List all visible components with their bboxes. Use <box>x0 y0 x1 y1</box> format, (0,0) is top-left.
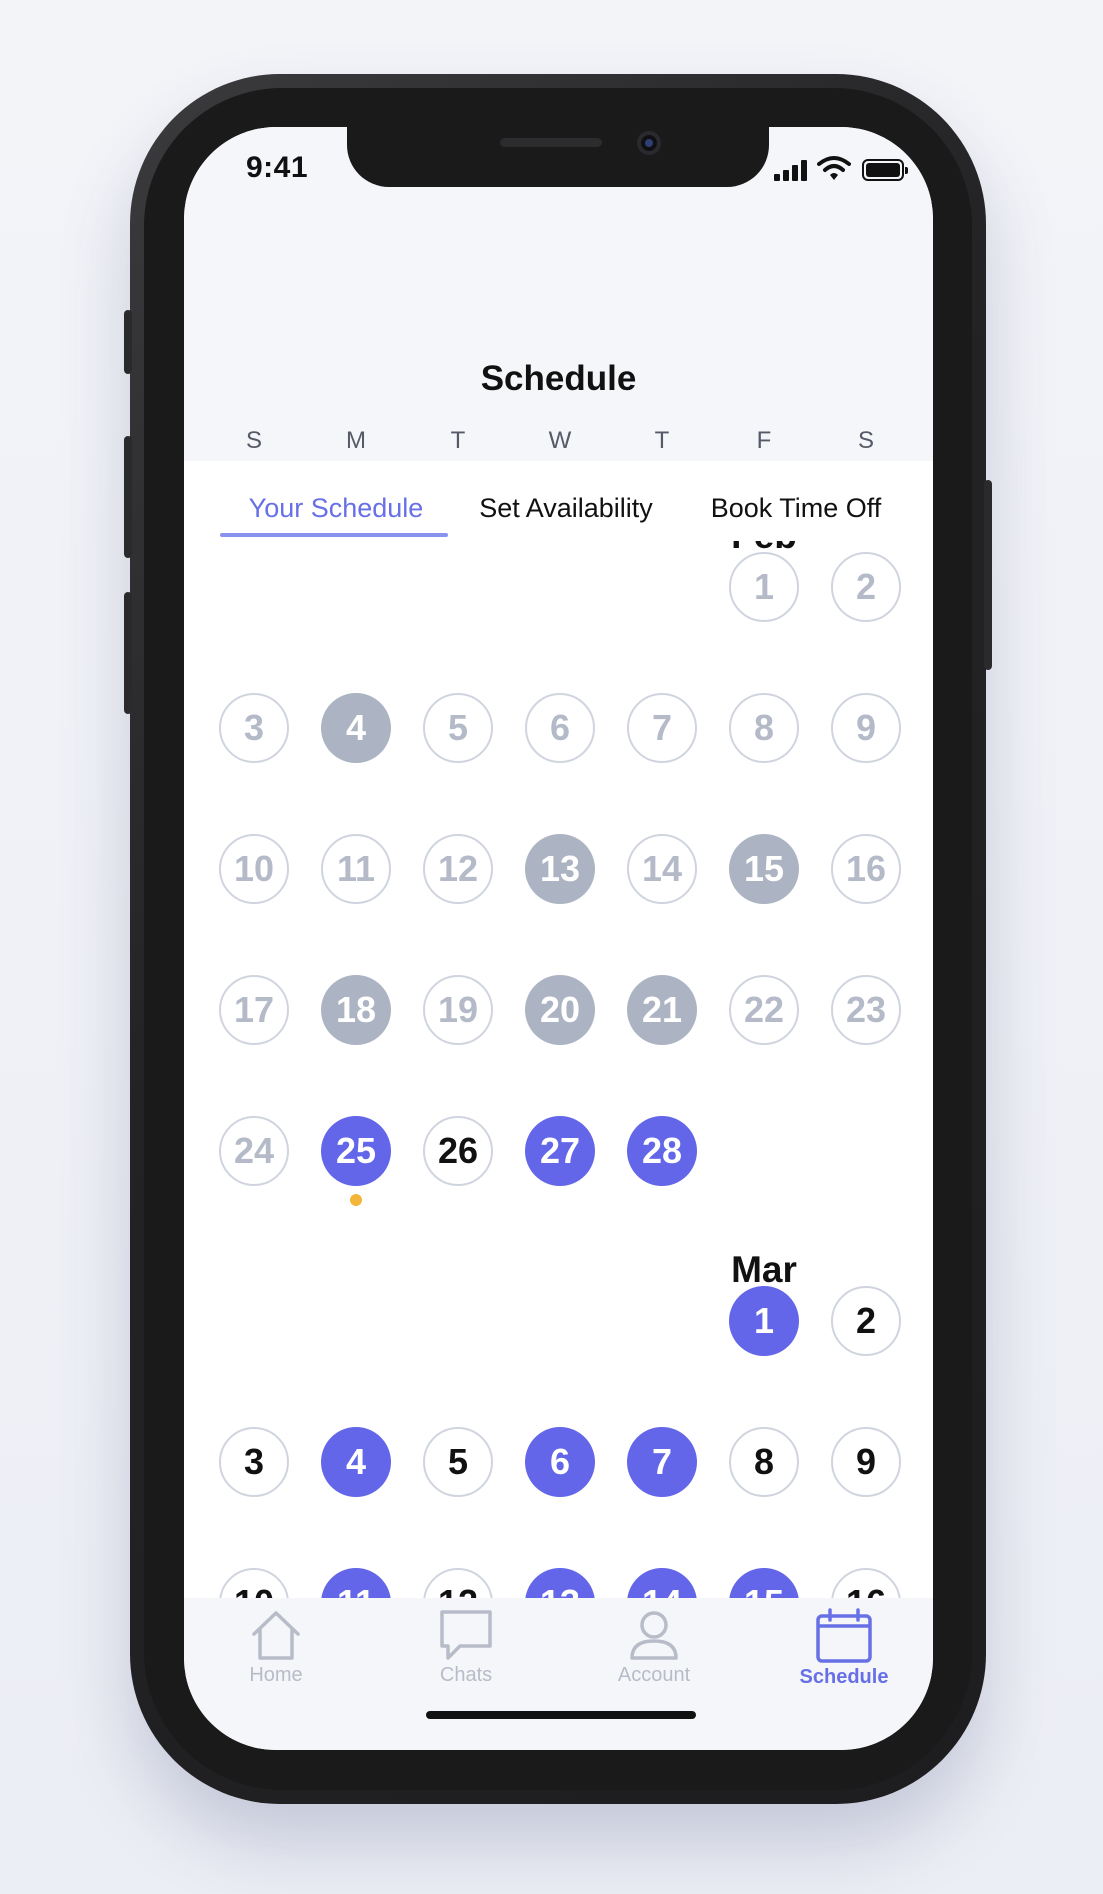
tabbar-home[interactable]: Home <box>216 1608 336 1687</box>
calendar-day[interactable]: 3 <box>219 1427 289 1497</box>
volume-down-button <box>124 592 132 714</box>
calendar-day[interactable]: 22 <box>729 975 799 1045</box>
calendar-day[interactable]: 4 <box>321 693 391 763</box>
schedule-tabs: Your Schedule Set Availability Book Time… <box>184 461 933 541</box>
calendar-day[interactable]: 7 <box>627 693 697 763</box>
calendar-day[interactable]: 21 <box>627 975 697 1045</box>
tabbar-label: Schedule <box>799 1666 889 1688</box>
weekday-label: S <box>857 427 874 454</box>
tab-book-time-off[interactable]: Book Time Off <box>711 493 882 524</box>
calendar-day[interactable]: 23 <box>831 975 901 1045</box>
calendar-day[interactable]: 6 <box>525 693 595 763</box>
speaker-grille <box>500 138 602 147</box>
calendar-day[interactable]: 14 <box>627 834 697 904</box>
tab-set-availability[interactable]: Set Availability <box>479 493 653 524</box>
tabbar-account[interactable]: Account <box>594 1608 714 1687</box>
calendar-day[interactable]: 9 <box>831 1427 901 1497</box>
calendar-day[interactable]: 8 <box>729 1427 799 1497</box>
event-indicator-dot <box>350 1194 362 1206</box>
chat-bubble-icon <box>440 1610 492 1660</box>
volume-up-button <box>124 436 132 558</box>
cellular-signal-icon <box>774 159 808 181</box>
weekday-header: S M T W T F S <box>184 427 933 457</box>
tabbar-label: Chats <box>439 1664 493 1686</box>
silent-switch <box>124 310 132 374</box>
calendar-day[interactable]: 9 <box>831 693 901 763</box>
tabbar-label: Home <box>249 1664 303 1686</box>
page-title: Schedule <box>480 359 637 398</box>
front-camera <box>637 131 661 155</box>
tabbar-schedule[interactable]: Schedule <box>784 1608 904 1689</box>
home-indicator <box>426 1711 696 1719</box>
calendar-day[interactable]: 18 <box>321 975 391 1045</box>
weekday-label: W <box>548 427 572 454</box>
weekday-label: F <box>756 427 772 454</box>
tabbar-label: Account <box>617 1664 691 1686</box>
calendar-scroll-area[interactable]: Feb1234567891011121314151617181920212223… <box>184 541 933 1727</box>
calendar-day[interactable]: 2 <box>831 552 901 622</box>
notch <box>347 127 769 187</box>
calendar-day[interactable]: 12 <box>423 834 493 904</box>
active-tab-indicator <box>220 533 448 537</box>
weekday-label: M <box>346 427 366 454</box>
phone-screen: 9:41 Schedule S M T W T F S Your Schedul… <box>184 127 933 1750</box>
bottom-tab-bar: Home Chats Account Schedule <box>184 1598 933 1750</box>
calendar-day[interactable]: 6 <box>525 1427 595 1497</box>
calendar-day[interactable]: 5 <box>423 693 493 763</box>
battery-icon <box>862 159 908 181</box>
calendar-day[interactable]: 7 <box>627 1427 697 1497</box>
calendar-day[interactable]: 5 <box>423 1427 493 1497</box>
calendar-day[interactable]: 10 <box>219 834 289 904</box>
calendar-icon <box>816 1608 872 1663</box>
calendar-day[interactable]: 13 <box>525 834 595 904</box>
calendar-day[interactable]: 26 <box>423 1116 493 1186</box>
calendar-day[interactable]: 17 <box>219 975 289 1045</box>
calendar-day[interactable]: 1 <box>729 552 799 622</box>
calendar-day[interactable]: 16 <box>831 834 901 904</box>
calendar-day[interactable]: 4 <box>321 1427 391 1497</box>
calendar-day[interactable]: 8 <box>729 693 799 763</box>
calendar-day[interactable]: 2 <box>831 1286 901 1356</box>
status-time: 9:41 <box>246 151 309 184</box>
wifi-icon <box>817 156 851 180</box>
calendar-day[interactable]: 11 <box>321 834 391 904</box>
weekday-label: T <box>450 427 466 454</box>
calendar-day[interactable]: 28 <box>627 1116 697 1186</box>
tab-your-schedule[interactable]: Your Schedule <box>249 493 424 524</box>
power-button <box>984 480 992 670</box>
calendar-day[interactable]: 19 <box>423 975 493 1045</box>
calendar-day[interactable]: 24 <box>219 1116 289 1186</box>
month-label: Mar <box>731 1249 797 1290</box>
calendar-day[interactable]: 15 <box>729 834 799 904</box>
calendar-day[interactable]: 25 <box>321 1116 391 1186</box>
person-icon <box>630 1611 678 1660</box>
calendar-day[interactable]: 1 <box>729 1286 799 1356</box>
weekday-label: T <box>654 427 670 454</box>
calendar-day[interactable]: 3 <box>219 693 289 763</box>
tabbar-chats[interactable]: Chats <box>406 1608 526 1687</box>
home-icon <box>252 1611 300 1660</box>
weekday-label: S <box>245 427 262 454</box>
calendar-day[interactable]: 20 <box>525 975 595 1045</box>
schedule-header <box>184 217 933 461</box>
calendar-day[interactable]: 27 <box>525 1116 595 1186</box>
